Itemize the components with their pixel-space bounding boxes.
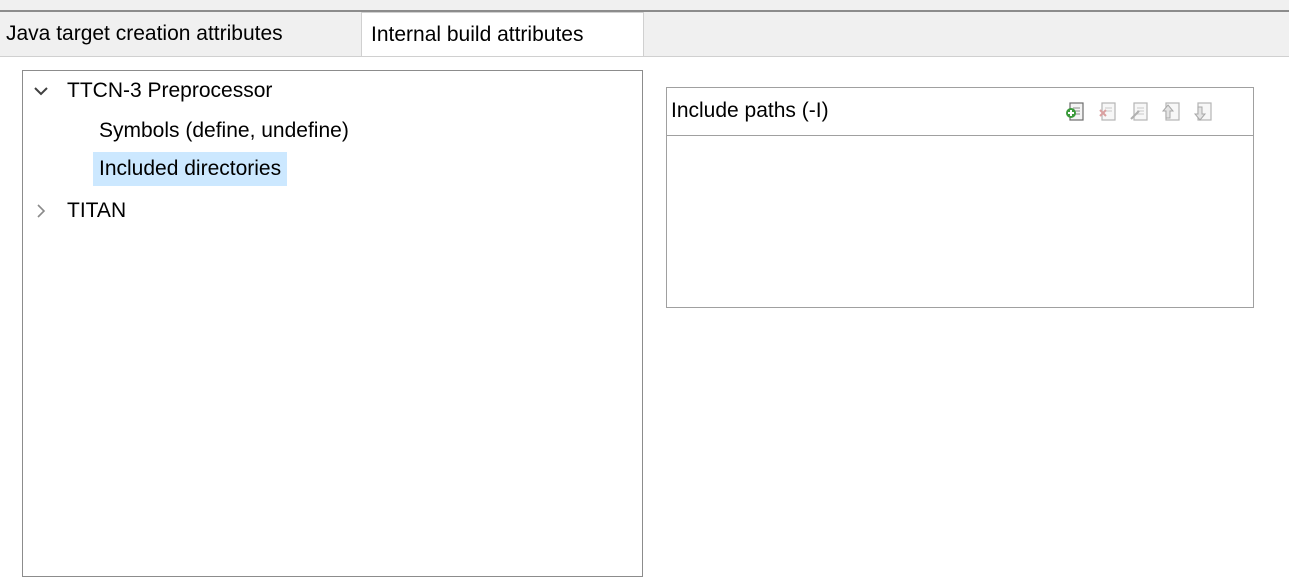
tree-item-label: Included directories xyxy=(93,152,288,186)
attributes-tree[interactable]: TTCN-3 Preprocessor Symbols (define, und… xyxy=(22,70,643,577)
tab-java-target-creation-attributes[interactable]: Java target creation attributes xyxy=(0,12,362,56)
add-icon[interactable] xyxy=(1063,100,1087,124)
tree-item-label: TITAN xyxy=(67,199,127,222)
tab-internal-build-attributes[interactable]: Internal build attributes xyxy=(362,12,644,56)
chevron-down-icon[interactable] xyxy=(31,81,51,101)
tab-internal-build-label: Internal build attributes xyxy=(371,22,584,46)
delete-icon[interactable] xyxy=(1095,100,1119,124)
tree-item-label: TTCN-3 Preprocessor xyxy=(67,79,273,102)
move-down-icon[interactable] xyxy=(1191,100,1215,124)
include-paths-panel: Include paths (-I) xyxy=(666,87,1254,308)
tab-java-target-label: Java target creation attributes xyxy=(6,22,283,45)
include-paths-header: Include paths (-I) xyxy=(667,88,1253,136)
tree-item-included-directories[interactable]: Included directories xyxy=(93,152,288,186)
move-up-icon[interactable] xyxy=(1159,100,1183,124)
edit-icon[interactable] xyxy=(1127,100,1151,124)
tree-item-label: Symbols (define, undefine) xyxy=(99,119,349,142)
tree-item-symbols[interactable]: Symbols (define, undefine) xyxy=(93,115,349,147)
include-paths-list[interactable] xyxy=(667,136,1253,307)
chevron-right-icon[interactable] xyxy=(31,201,51,221)
include-paths-title: Include paths (-I) xyxy=(671,99,829,122)
